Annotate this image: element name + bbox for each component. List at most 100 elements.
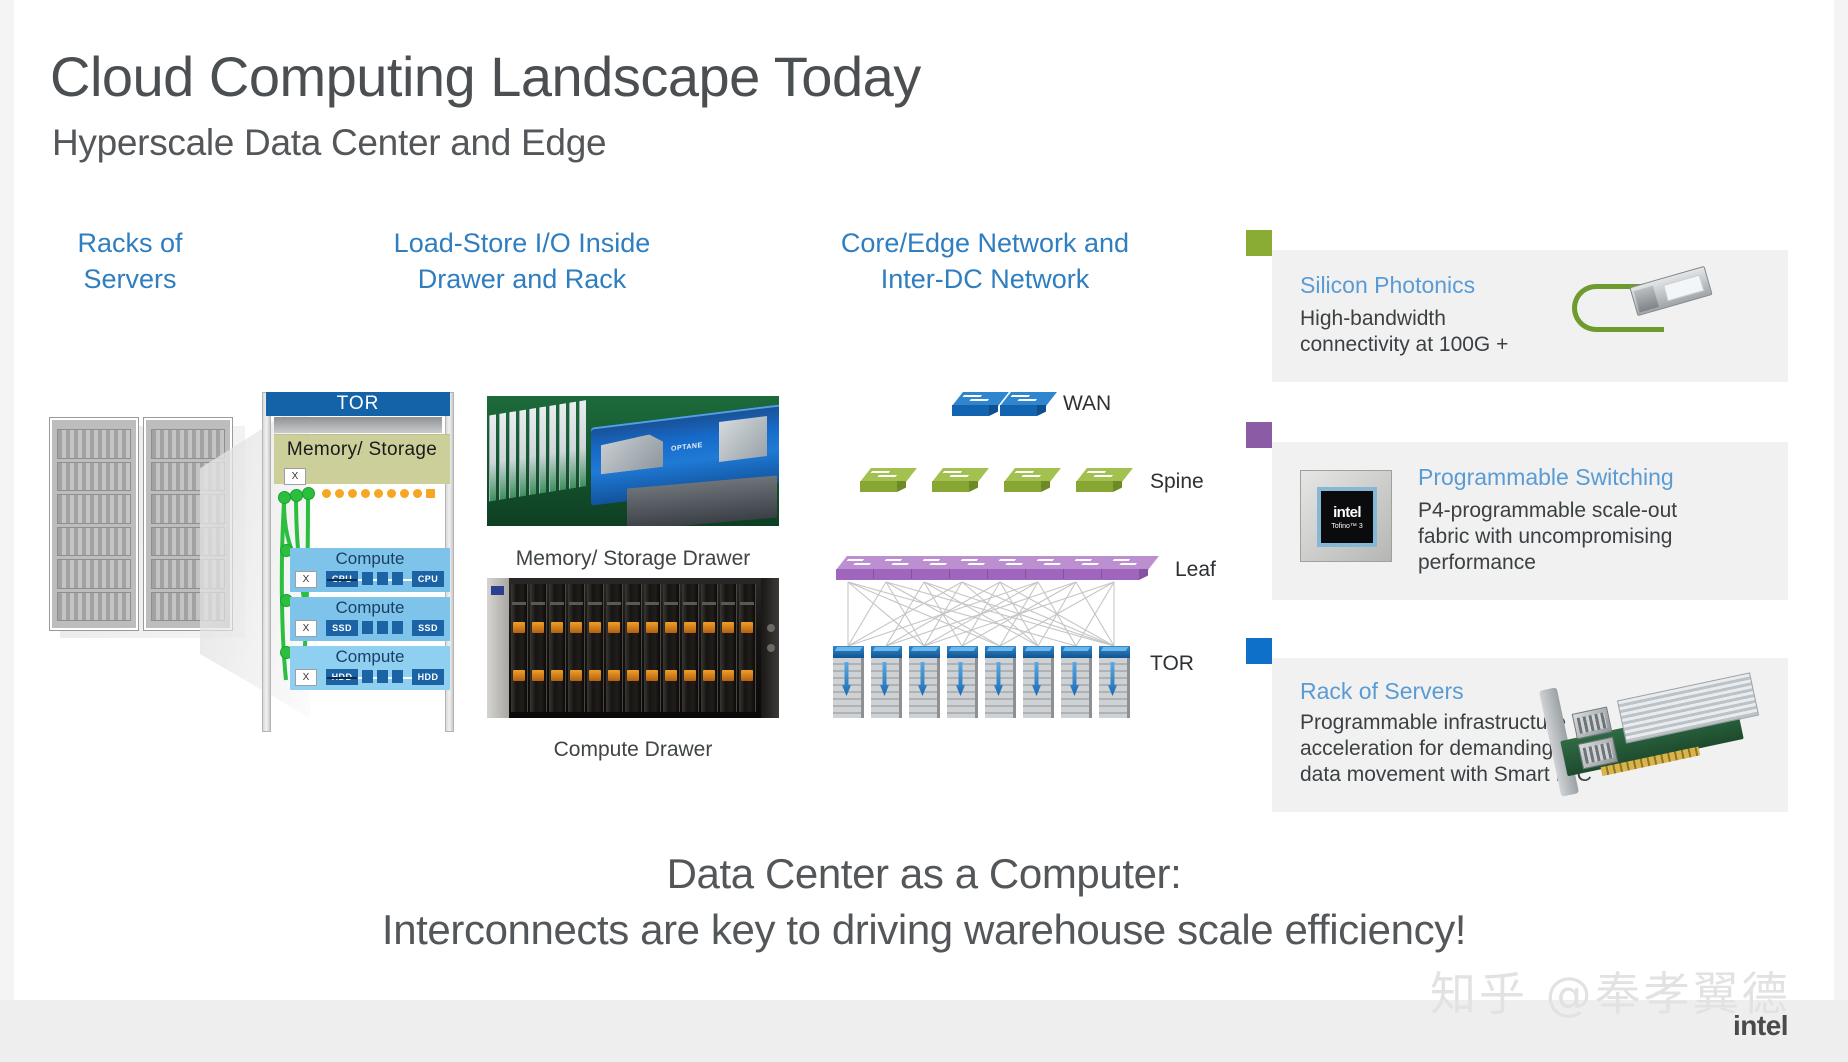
mini-chip [392, 572, 403, 585]
chip-die: intel Tofino™ 3 [1317, 487, 1377, 547]
card-body-programmable-switching: P4-programmable scale-out fabric with unc… [1418, 499, 1678, 574]
link-dot [348, 489, 357, 498]
link-dot [400, 489, 409, 498]
compute-shelf-cpu: Compute X CPU CPU [290, 548, 450, 592]
blade-slot [701, 584, 718, 712]
blade-slot [644, 584, 661, 712]
memory-storage-drawer-photo: OPTANE [487, 396, 779, 526]
qsfp-transceiver-image [1572, 262, 1713, 342]
tor-rack-unit [833, 646, 864, 718]
spine-switch [1004, 468, 1061, 494]
dimm [559, 403, 566, 491]
transceiver-module [1629, 265, 1713, 317]
column-header-core-edge-network: Core/Edge Network and Inter-DC Network [840, 228, 1130, 294]
mini-chip [377, 670, 388, 683]
compute-chip-right: SSD [412, 620, 444, 636]
blade-slot [568, 584, 585, 712]
optane-brand-text: OPTANE [671, 441, 703, 453]
mini-chip [362, 670, 373, 683]
tor-chassis-bar [274, 417, 442, 433]
blade-slot [530, 584, 547, 712]
rack-shelf [57, 526, 131, 556]
mini-chip [377, 621, 388, 634]
feature-card-silicon-photonics[interactable]: Silicon Photonics High-bandwidth connecti… [1272, 250, 1788, 382]
optical-link-dots [322, 489, 437, 499]
link-dot-end [426, 489, 435, 498]
link-dot [374, 489, 383, 498]
rack-shelf [57, 591, 131, 621]
compute-chip-right: HDD [412, 669, 444, 685]
card-title-silicon-photonics: Silicon Photonics [1300, 272, 1476, 298]
module-shroud-right [719, 416, 767, 462]
tor-rack-diagram: TOR Memory/ Storage X Compute X CPU CPU … [262, 392, 454, 732]
module-label [1663, 274, 1705, 302]
column-header-load-store-io: Load-Store I/O Inside Drawer and Rack [393, 228, 651, 294]
column-header-racks-of-servers: Racks of Servers [77, 228, 183, 294]
blade-slot [720, 584, 737, 712]
card-body-silicon-photonics: High-bandwidth connectivity at 100G + [1300, 307, 1509, 356]
dimm [539, 406, 546, 494]
blade-slot [625, 584, 642, 712]
smart-nic-card-image [1522, 664, 1772, 812]
rack-shelves [57, 429, 131, 621]
tor-rack-unit [871, 646, 902, 718]
compute-drawer-caption: Compute Drawer [553, 738, 713, 761]
page-title: Cloud Computing Landscape Today [50, 45, 921, 108]
link-dot [361, 489, 370, 498]
dimm [569, 401, 576, 489]
dimm [509, 411, 516, 499]
module-connector [1633, 285, 1659, 313]
wan-switch [1000, 392, 1057, 418]
link-dot [413, 489, 422, 498]
wan-switch [952, 392, 1009, 418]
tor-switch-label: TOR [266, 392, 450, 416]
network-tier-label-wan: WAN [1063, 392, 1112, 415]
compute-shelf-ssd: Compute X SSD SSD [290, 597, 450, 641]
card-marker-programmable-switching [1246, 422, 1272, 448]
dimm [579, 400, 586, 488]
status-led [491, 586, 504, 595]
dimm [519, 409, 526, 497]
memory-drawer-caption: Memory/ Storage Drawer [515, 547, 751, 570]
chassis-right-panel [761, 578, 779, 718]
tor-rack-unit [1061, 646, 1092, 718]
compute-chip-left: CPU [326, 571, 358, 587]
compute-chip-left: SSD [326, 620, 358, 636]
tor-rack-unit [947, 646, 978, 718]
blade-slot [549, 584, 566, 712]
link-dot [335, 489, 344, 498]
compute-mini-chips [362, 670, 403, 683]
blade-slot [682, 584, 699, 712]
rack-shelf [57, 494, 131, 524]
blade-slot [606, 584, 623, 712]
feature-card-programmable-switching[interactable]: intel Tofino™ 3 Programmable Switching P… [1272, 442, 1788, 600]
network-topology-diagram: WAN Spine Leaf TOR [820, 390, 1240, 730]
compute-shelf-hdd: Compute X HDD HDD [290, 646, 450, 690]
compute-chip-left: HDD [326, 669, 358, 685]
compute-x-marker: X [295, 669, 317, 686]
dimm [549, 404, 556, 492]
feature-card-rack-of-servers[interactable]: Rack of Servers Programmable infrastruct… [1272, 658, 1788, 812]
compute-mini-chips [362, 572, 403, 585]
module-shroud-left [601, 433, 663, 475]
network-tier-label-spine: Spine [1150, 470, 1204, 493]
dimm [489, 414, 496, 502]
dimm [529, 408, 536, 496]
compute-chip-right: CPU [412, 571, 444, 587]
tor-rack-unit [985, 646, 1016, 718]
memory-shelf-x-marker: X [284, 468, 306, 485]
closing-statement: Data Center as a Computer: Interconnects … [381, 850, 1467, 953]
leaf-to-tor-mesh-links [847, 581, 1115, 647]
tor-rack-unit [909, 646, 940, 718]
network-tier-label-tor: TOR [1150, 652, 1194, 675]
chip-brand-text: intel [1333, 504, 1361, 521]
blade-slot [587, 584, 604, 712]
compute-mini-chips [362, 621, 403, 634]
card-marker-rack-of-servers [1246, 638, 1272, 664]
tor-rack-unit [1023, 646, 1054, 718]
blade-slot [511, 584, 528, 712]
blade-slot [739, 584, 756, 712]
mini-chip [377, 572, 388, 585]
blade-slot [663, 584, 680, 712]
link-node [278, 491, 291, 504]
